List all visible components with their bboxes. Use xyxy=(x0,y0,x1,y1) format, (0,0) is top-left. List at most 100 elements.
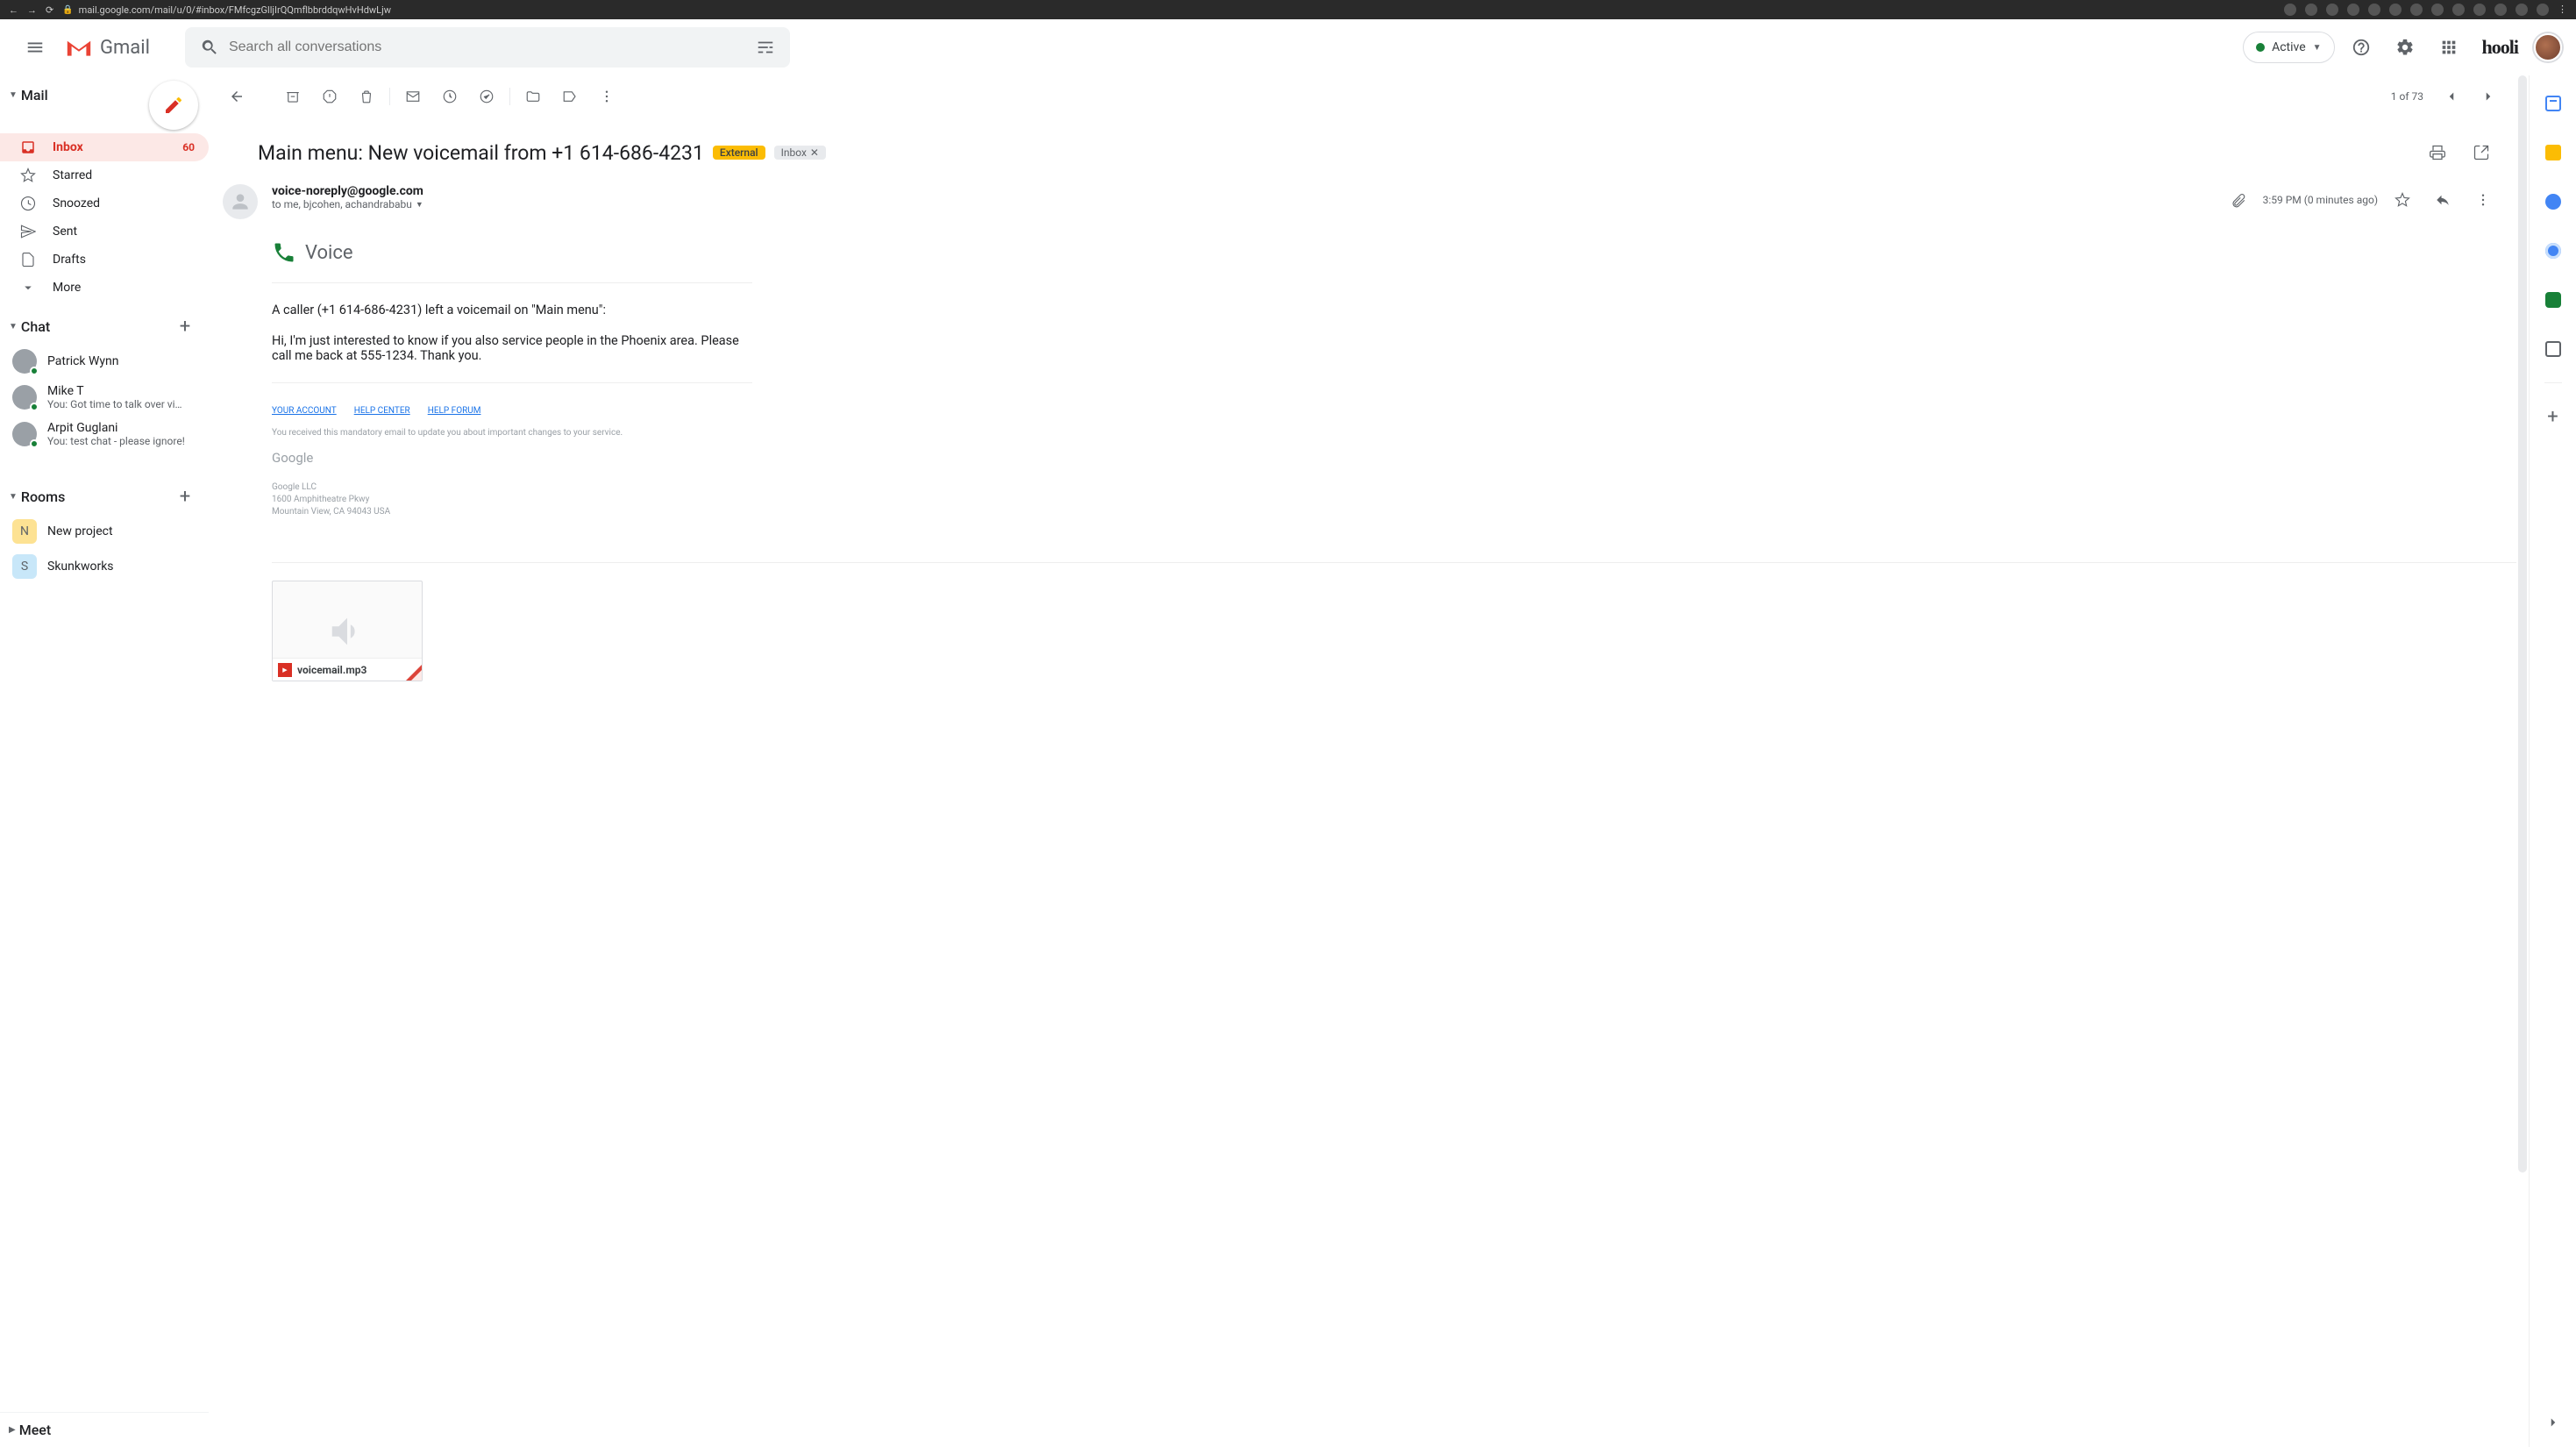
get-addons-button[interactable]: + xyxy=(2537,401,2569,432)
add-to-tasks-button[interactable] xyxy=(469,79,504,114)
labels-button[interactable] xyxy=(552,79,587,114)
org-logo: hooli xyxy=(2475,36,2525,59)
support-button[interactable] xyxy=(2344,30,2379,65)
sender-email[interactable]: voice-noreply@google.com xyxy=(272,184,423,198)
new-chat-button[interactable]: + xyxy=(172,313,198,339)
chat-item[interactable]: Arpit Guglani You: test chat - please ig… xyxy=(0,416,209,453)
search-input[interactable] xyxy=(229,39,746,55)
addon[interactable] xyxy=(2537,333,2569,365)
inbox-chip[interactable]: Inbox ✕ xyxy=(774,146,826,160)
sender-avatar[interactable] xyxy=(223,184,258,219)
browser-reload-icon[interactable]: ⟳ xyxy=(46,4,53,16)
report-spam-button[interactable] xyxy=(312,79,347,114)
section-chat[interactable]: ▼ Chat + xyxy=(0,309,209,344)
remove-label-icon[interactable]: ✕ xyxy=(810,146,819,159)
reply-button[interactable] xyxy=(2427,184,2459,216)
presence-dot-icon xyxy=(30,367,39,375)
account-avatar[interactable] xyxy=(2534,33,2562,61)
send-icon xyxy=(19,223,37,240)
sidebar-item-drafts[interactable]: Drafts xyxy=(0,246,209,274)
sidebar-item-starred[interactable]: Starred xyxy=(0,161,209,189)
extension-icon[interactable] xyxy=(2452,4,2465,16)
browser-back-icon[interactable]: ← xyxy=(9,4,18,16)
chat-preview: You: test chat - please ignore! xyxy=(47,435,185,447)
body-intro: A caller (+1 614-686-4231) left a voicem… xyxy=(272,303,752,317)
section-meet[interactable]: ▶ Meet xyxy=(0,1412,209,1447)
older-button[interactable] xyxy=(2471,79,2506,114)
collapse-panel-button[interactable] xyxy=(2537,1407,2569,1438)
main-menu-button[interactable] xyxy=(14,26,56,68)
chat-name: Arpit Guglani xyxy=(47,421,185,435)
extension-icon[interactable] xyxy=(2347,4,2359,16)
disclaimer: You received this mandatory email to upd… xyxy=(272,428,752,438)
chip-label: Inbox xyxy=(781,146,807,159)
search-icon[interactable] xyxy=(190,28,229,67)
chat-item[interactable]: Mike T You: Got time to talk over vid... xyxy=(0,379,209,416)
browser-forward-icon[interactable]: → xyxy=(27,4,37,16)
sidebar-item-more[interactable]: More xyxy=(0,274,209,302)
room-item[interactable]: N New project xyxy=(0,514,209,549)
archive-button[interactable] xyxy=(275,79,310,114)
chevron-down-icon: ▼ xyxy=(9,90,18,100)
contacts-addon[interactable] xyxy=(2537,235,2569,267)
print-button[interactable] xyxy=(2420,135,2455,170)
back-button[interactable] xyxy=(219,79,254,114)
subject-row: Main menu: New voicemail from +1 614-686… xyxy=(209,118,2516,179)
mark-unread-button[interactable] xyxy=(395,79,431,114)
star-button[interactable] xyxy=(2387,184,2418,216)
browser-chrome: ← → ⟳ 🔒 mail.google.com/mail/u/0/#inbox/… xyxy=(0,0,2576,19)
keep-addon[interactable] xyxy=(2537,137,2569,168)
sidebar-item-sent[interactable]: Sent xyxy=(0,217,209,246)
your-account-link[interactable]: YOUR ACCOUNT xyxy=(272,406,337,416)
compose-button[interactable] xyxy=(149,81,198,130)
separator xyxy=(272,562,2516,563)
sidebar-item-inbox[interactable]: Inbox 60 xyxy=(0,133,209,161)
attachment-icon[interactable] xyxy=(2223,184,2254,216)
extension-icon[interactable] xyxy=(2389,4,2402,16)
browser-url[interactable]: mail.google.com/mail/u/0/#inbox/FMfcgzGl… xyxy=(79,4,391,16)
calendar-addon[interactable] xyxy=(2537,88,2569,119)
status-dot-icon xyxy=(2256,43,2265,52)
extension-icon[interactable] xyxy=(2305,4,2317,16)
recipients-summary[interactable]: to me, bjcohen, achandrababu ▼ xyxy=(272,198,423,210)
app-header: Gmail Active ▼ hooli xyxy=(0,19,2576,75)
chat-item[interactable]: Patrick Wynn xyxy=(0,344,209,379)
settings-button[interactable] xyxy=(2387,30,2423,65)
browser-profile-icon[interactable] xyxy=(2537,4,2549,16)
extension-icon[interactable] xyxy=(2368,4,2380,16)
extension-icon[interactable] xyxy=(2516,4,2528,16)
extension-icon[interactable] xyxy=(2410,4,2423,16)
audio-file-icon xyxy=(278,663,292,677)
message-toolbar: 1 of 73 xyxy=(209,75,2516,118)
message-more-button[interactable] xyxy=(2467,184,2499,216)
move-to-button[interactable] xyxy=(516,79,551,114)
newer-button[interactable] xyxy=(2434,79,2469,114)
search-options-icon[interactable] xyxy=(746,28,785,67)
sidebar-item-snoozed[interactable]: Snoozed xyxy=(0,189,209,217)
snooze-button[interactable] xyxy=(432,79,467,114)
search-bar[interactable] xyxy=(185,27,790,68)
extension-icon[interactable] xyxy=(2284,4,2296,16)
scrollbar[interactable] xyxy=(2518,75,2527,1173)
help-forum-link[interactable]: HELP FORUM xyxy=(428,406,481,416)
extension-icon[interactable] xyxy=(2431,4,2444,16)
extension-icon[interactable] xyxy=(2326,4,2338,16)
voice-addon[interactable] xyxy=(2537,284,2569,316)
status-chip[interactable]: Active ▼ xyxy=(2243,32,2334,63)
open-in-new-button[interactable] xyxy=(2464,135,2499,170)
section-rooms[interactable]: ▼ Rooms + xyxy=(0,479,209,514)
attachment-card[interactable]: voicemail.mp3 xyxy=(272,581,423,681)
keep-icon xyxy=(2545,145,2561,160)
tasks-addon[interactable] xyxy=(2537,186,2569,217)
gmail-logo[interactable]: Gmail xyxy=(65,37,150,59)
extension-icon[interactable] xyxy=(2473,4,2486,16)
room-item[interactable]: S Skunkworks xyxy=(0,549,209,584)
more-button[interactable] xyxy=(589,79,624,114)
delete-button[interactable] xyxy=(349,79,384,114)
extension-icon[interactable] xyxy=(2494,4,2507,16)
apps-button[interactable] xyxy=(2431,30,2466,65)
help-center-link[interactable]: HELP CENTER xyxy=(354,406,410,416)
new-room-button[interactable]: + xyxy=(172,483,198,510)
contacts-icon xyxy=(2545,243,2561,259)
browser-menu-icon[interactable]: ⋮ xyxy=(2558,4,2567,16)
